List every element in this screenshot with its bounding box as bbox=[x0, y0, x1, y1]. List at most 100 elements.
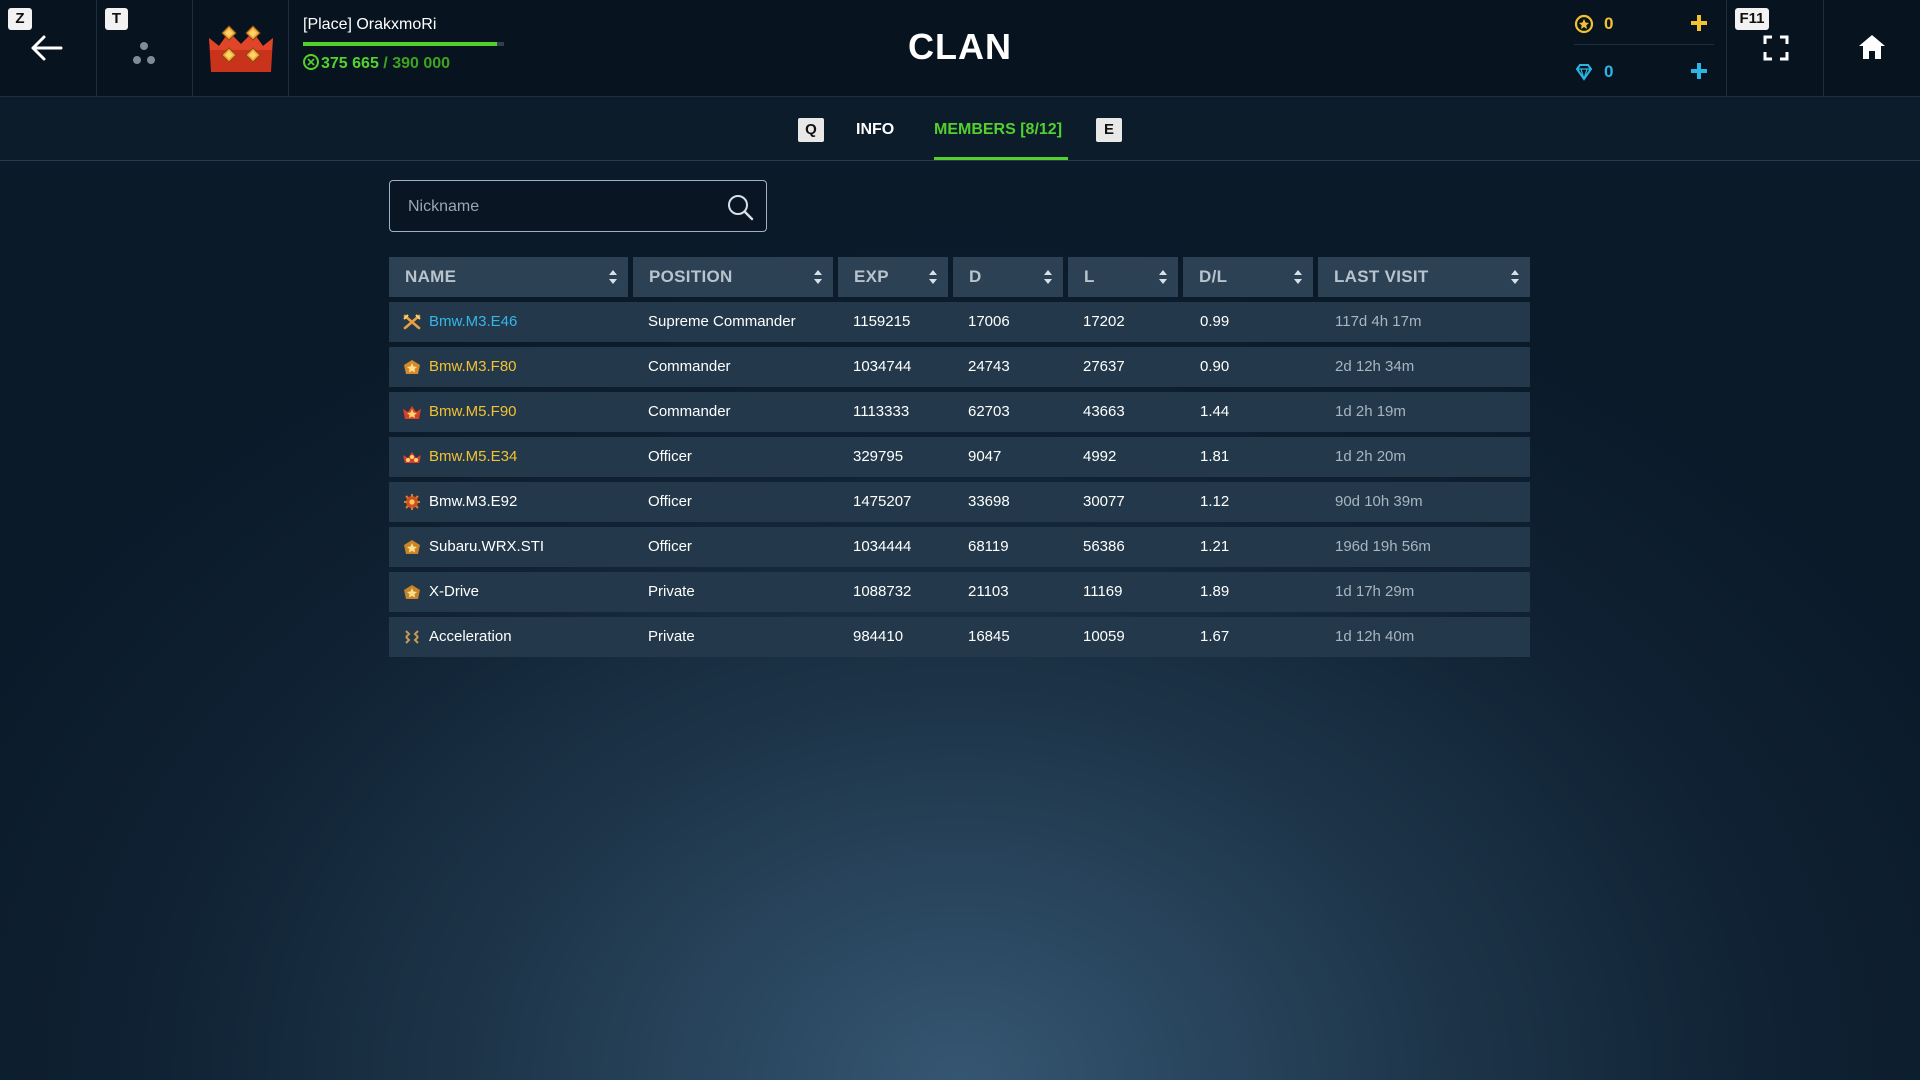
col-header-d[interactable]: D bbox=[953, 257, 1063, 297]
tab-members[interactable]: MEMBERS [8/12] bbox=[934, 121, 1062, 139]
member-exp: 329795 bbox=[853, 448, 904, 465]
member-l: 27637 bbox=[1083, 358, 1125, 375]
table-row[interactable]: Bmw.M3.E46 Supreme Commander 1159215 170… bbox=[389, 302, 1530, 342]
col-header-label: POSITION bbox=[649, 267, 733, 286]
member-name[interactable]: Subaru.WRX.STI bbox=[429, 527, 544, 567]
member-l: 11169 bbox=[1083, 583, 1123, 600]
sort-icon bbox=[1044, 270, 1052, 284]
home-button[interactable] bbox=[1824, 0, 1920, 96]
nickname-search-input[interactable] bbox=[406, 193, 710, 221]
member-position: Officer bbox=[648, 493, 692, 510]
xp-progress-bar bbox=[303, 42, 504, 46]
table-header: NAME POSITION EXP D L D/L LAST VISIT bbox=[389, 257, 1530, 297]
member-dl: 1.89 bbox=[1200, 583, 1230, 600]
table-row[interactable]: Bmw.M3.E92 Officer 1475207 33698 30077 1… bbox=[389, 482, 1530, 522]
col-header-label: EXP bbox=[854, 267, 889, 286]
gem-row: 0 bbox=[1574, 52, 1714, 92]
table-row[interactable]: Bmw.M5.E34 Officer 329795 9047 4992 1.81… bbox=[389, 437, 1530, 477]
squad-button[interactable]: T bbox=[97, 0, 193, 96]
player-name: [Place] OrakxmoRi bbox=[303, 16, 437, 33]
member-last-visit: 196d 19h 56m bbox=[1335, 538, 1431, 555]
table-row[interactable]: Bmw.M5.F90 Commander 1113333 62703 43663… bbox=[389, 392, 1530, 432]
member-exp: 1034444 bbox=[853, 538, 912, 555]
member-l: 56386 bbox=[1083, 538, 1125, 555]
add-gem-button[interactable] bbox=[1684, 54, 1714, 88]
col-header-last-visit[interactable]: LAST VISIT bbox=[1318, 257, 1530, 297]
member-exp: 1088732 bbox=[853, 583, 912, 600]
member-position: Commander bbox=[648, 403, 731, 420]
add-gold-button[interactable] bbox=[1684, 6, 1714, 40]
member-name[interactable]: Acceleration bbox=[429, 617, 512, 657]
gold-row: 0 bbox=[1574, 4, 1714, 45]
members-table: NAME POSITION EXP D L D/L LAST VISIT Bmw… bbox=[389, 257, 1530, 657]
rank-emblem-icon bbox=[209, 25, 273, 72]
officer-star-icon bbox=[404, 540, 420, 554]
member-position: Officer bbox=[648, 448, 692, 465]
member-name[interactable]: Bmw.M3.E46 bbox=[429, 302, 517, 342]
back-button[interactable]: Z bbox=[0, 0, 97, 96]
prev-tab-hotkey[interactable]: Q bbox=[798, 118, 824, 142]
member-d: 9047 bbox=[968, 448, 1002, 465]
member-name[interactable]: Bmw.M3.E92 bbox=[429, 482, 517, 522]
member-name[interactable]: Bmw.M5.E34 bbox=[429, 437, 517, 477]
tab-info[interactable]: INFO bbox=[856, 121, 894, 139]
member-dl: 0.90 bbox=[1200, 358, 1230, 375]
table-row[interactable]: Subaru.WRX.STI Officer 1034444 68119 563… bbox=[389, 527, 1530, 567]
col-header-label: NAME bbox=[405, 267, 457, 286]
officer-crown-icon bbox=[403, 452, 421, 463]
table-row[interactable]: Acceleration Private 984410 16845 10059 … bbox=[389, 617, 1530, 657]
player-info: [Place] OrakxmoRi 375 665 / 390 000 bbox=[303, 16, 523, 76]
member-position: Supreme Commander bbox=[648, 313, 796, 330]
col-header-l[interactable]: L bbox=[1068, 257, 1178, 297]
member-exp: 984410 bbox=[853, 628, 904, 645]
fullscreen-button[interactable]: F11 bbox=[1726, 0, 1824, 96]
member-last-visit: 1d 17h 29m bbox=[1335, 583, 1415, 600]
col-header-exp[interactable]: EXP bbox=[838, 257, 948, 297]
gem-icon bbox=[1575, 64, 1593, 81]
col-header-dl[interactable]: D/L bbox=[1183, 257, 1313, 297]
back-hotkey: Z bbox=[8, 8, 32, 30]
sort-icon bbox=[609, 270, 617, 284]
active-tab-indicator bbox=[934, 157, 1068, 160]
member-dl: 1.21 bbox=[1200, 538, 1230, 555]
member-exp: 1159215 bbox=[853, 313, 911, 330]
sort-icon bbox=[929, 270, 937, 284]
member-l: 4992 bbox=[1083, 448, 1117, 465]
crossed-swords-icon bbox=[403, 314, 421, 330]
member-d: 24743 bbox=[968, 358, 1010, 375]
next-tab-hotkey[interactable]: E bbox=[1096, 118, 1122, 142]
col-header-position[interactable]: POSITION bbox=[633, 257, 833, 297]
fullscreen-hotkey: F11 bbox=[1735, 8, 1769, 30]
member-d: 62703 bbox=[968, 403, 1010, 420]
commander-star-icon bbox=[404, 360, 420, 374]
member-name[interactable]: Bmw.M3.F80 bbox=[429, 347, 517, 387]
sort-icon bbox=[814, 270, 822, 284]
arrow-left-icon bbox=[31, 35, 63, 61]
member-l: 30077 bbox=[1083, 493, 1125, 510]
member-name[interactable]: Bmw.M5.F90 bbox=[429, 392, 517, 432]
sort-icon bbox=[1294, 270, 1302, 284]
member-position: Officer bbox=[648, 538, 692, 555]
member-name[interactable]: X-Drive bbox=[429, 572, 479, 612]
search-box bbox=[389, 180, 767, 232]
member-d: 16845 bbox=[968, 628, 1010, 645]
member-dl: 1.67 bbox=[1200, 628, 1230, 645]
squad-hotkey: T bbox=[105, 8, 128, 30]
page-title: CLAN bbox=[908, 26, 1012, 67]
sort-icon bbox=[1511, 270, 1519, 284]
col-header-name[interactable]: NAME bbox=[389, 257, 628, 297]
member-last-visit: 117d 4h 17m bbox=[1335, 313, 1422, 330]
private-chevrons-icon bbox=[405, 630, 419, 644]
squad-dots-icon bbox=[133, 42, 155, 64]
member-d: 33698 bbox=[968, 493, 1010, 510]
table-row[interactable]: Bmw.M3.F80 Commander 1034744 24743 27637… bbox=[389, 347, 1530, 387]
xp-current: 375 665 bbox=[321, 55, 379, 72]
member-dl: 0.99 bbox=[1200, 313, 1230, 330]
private-star-icon bbox=[404, 585, 420, 599]
search-icon[interactable] bbox=[726, 193, 754, 221]
table-row[interactable]: X-Drive Private 1088732 21103 11169 1.89… bbox=[389, 572, 1530, 612]
gold-coin-icon bbox=[1574, 14, 1594, 34]
member-position: Commander bbox=[648, 358, 731, 375]
member-dl: 1.44 bbox=[1200, 403, 1230, 420]
sort-icon bbox=[1159, 270, 1167, 284]
